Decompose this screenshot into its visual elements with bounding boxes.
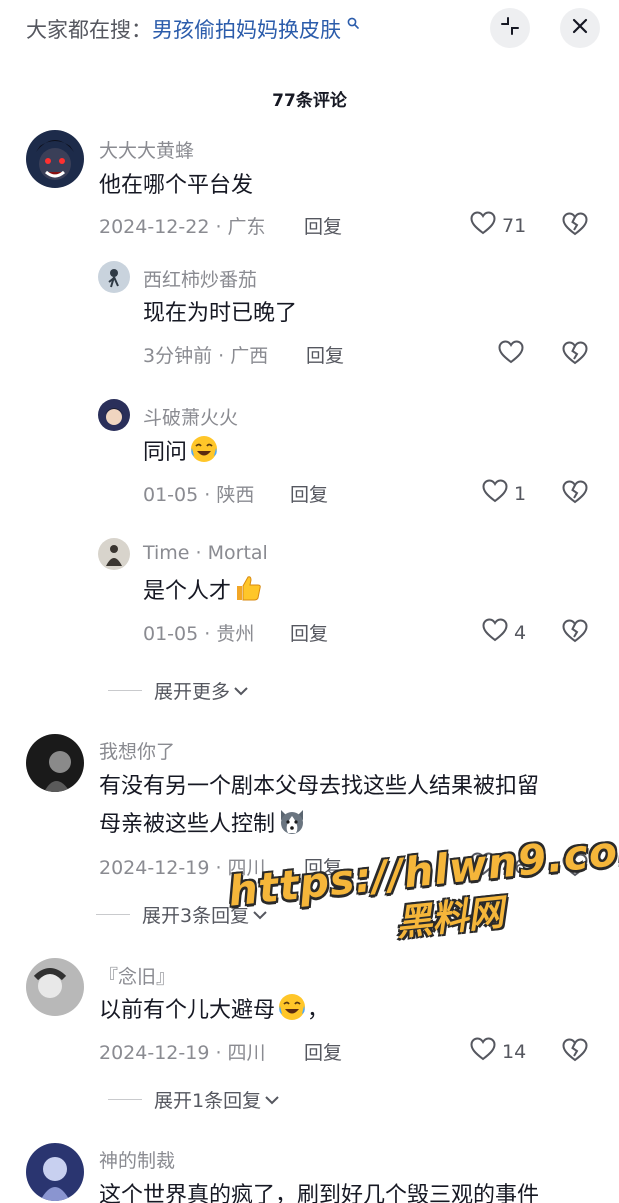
heart-icon xyxy=(482,479,508,508)
comment-text-line2: 母亲被这些人控制 xyxy=(99,806,307,844)
reply-text: 同问 xyxy=(143,434,219,472)
broken-heart-icon xyxy=(562,341,588,369)
avatar[interactable] xyxy=(98,538,130,570)
reply-meta: 01-05 · 陕西 xyxy=(143,484,255,506)
expand-replies-button[interactable]: 展开1条回复 xyxy=(108,1086,280,1113)
like-button[interactable]: 4 xyxy=(482,618,526,647)
like-count: 14 xyxy=(502,1040,527,1063)
search-icon xyxy=(343,17,360,33)
like-button[interactable]: 1 xyxy=(482,479,526,508)
reply-text: 现在为时已晚了 xyxy=(143,301,298,326)
expand-label: 展开1条回复 xyxy=(154,1090,262,1112)
search-suggestion[interactable]: 大家都在搜：男孩偷拍妈妈换皮肤 xyxy=(26,14,360,44)
comment-text-line1: 有没有另一个剧本父母去找这些人结果被扣留 xyxy=(99,774,540,799)
reply-button[interactable]: 回复 xyxy=(306,341,344,368)
comment-text: 这个世界真的疯了，刷到好几个毁三观的事件 xyxy=(99,1183,540,1203)
minimize-button[interactable] xyxy=(490,8,530,48)
dislike-button[interactable] xyxy=(562,212,588,240)
like-count: 71 xyxy=(502,214,527,237)
reply-button[interactable]: 回复 xyxy=(304,212,342,239)
heart-icon xyxy=(482,618,508,647)
chevron-down-icon xyxy=(233,680,249,702)
heart-icon xyxy=(498,340,524,369)
avatar[interactable] xyxy=(26,1143,84,1201)
dislike-button[interactable] xyxy=(562,341,588,369)
comment-text: 以前有个儿大避母 ， xyxy=(99,992,329,1030)
reply-text: 是个人才 xyxy=(143,573,263,611)
collapse-icon xyxy=(500,16,520,40)
avatar[interactable] xyxy=(26,130,84,188)
divider xyxy=(108,690,142,691)
expand-more-button[interactable]: 展开更多 xyxy=(108,677,249,704)
broken-heart-icon xyxy=(562,480,588,508)
comment-username[interactable]: 大大大黄蜂 xyxy=(99,136,194,163)
heart-icon xyxy=(470,1037,496,1066)
like-count: 1 xyxy=(514,482,527,505)
comment-text: 他在哪个平台发 xyxy=(99,173,254,198)
comment-meta: 2024-12-19 · 四川 xyxy=(99,1042,266,1064)
broken-heart-icon xyxy=(562,1038,588,1066)
search-suggestion-term[interactable]: 男孩偷拍妈妈换皮肤 xyxy=(152,18,341,42)
thumbs-up-emoji xyxy=(233,573,263,603)
comment-username[interactable]: 我想你了 xyxy=(99,737,175,764)
comment-username[interactable]: 神的制裁 xyxy=(99,1146,175,1173)
chevron-down-icon xyxy=(264,1089,280,1111)
broken-heart-icon xyxy=(562,619,588,647)
like-count: 4 xyxy=(514,621,527,644)
comment-text-suffix: ， xyxy=(307,998,330,1023)
broken-heart-icon xyxy=(562,212,588,240)
like-button[interactable]: 71 xyxy=(470,211,526,240)
divider xyxy=(96,914,130,915)
laughing-tears-emoji xyxy=(189,434,219,464)
avatar[interactable] xyxy=(98,399,130,431)
avatar[interactable] xyxy=(98,261,130,293)
reply-username[interactable]: 斗破萧火火 xyxy=(143,403,238,430)
search-suggestion-prefix: 大家都在搜： xyxy=(26,18,152,42)
husky-dog-emoji xyxy=(277,806,307,836)
reply-meta: 3分钟前 · 广西 xyxy=(143,345,269,367)
avatar[interactable] xyxy=(26,734,84,792)
comment-meta: 2024-12-22 · 广东 xyxy=(99,216,266,238)
dislike-button[interactable] xyxy=(562,480,588,508)
reply-meta: 01-05 · 贵州 xyxy=(143,623,255,645)
heart-icon xyxy=(470,211,496,240)
comment-text-content: 以前有个儿大避母 xyxy=(99,998,276,1023)
dislike-button[interactable] xyxy=(562,1038,588,1066)
comment-username[interactable]: 『念旧』 xyxy=(99,962,175,989)
close-button[interactable] xyxy=(560,8,600,48)
avatar[interactable] xyxy=(26,958,84,1016)
dislike-button[interactable] xyxy=(562,619,588,647)
reply-username[interactable]: Time · Mortal xyxy=(143,542,268,564)
like-button[interactable] xyxy=(498,340,530,369)
reply-button[interactable]: 回复 xyxy=(290,480,328,507)
like-button[interactable]: 14 xyxy=(470,1037,526,1066)
expand-label: 展开更多 xyxy=(154,681,231,703)
reply-username[interactable]: 西红柿炒番茄 xyxy=(143,265,257,292)
reply-button[interactable]: 回复 xyxy=(304,1038,342,1065)
comment-count-title: 77条评论 xyxy=(272,91,347,111)
divider xyxy=(108,1099,142,1100)
reply-text-content: 是个人才 xyxy=(143,579,232,604)
laughing-tears-emoji xyxy=(277,992,307,1022)
reply-button[interactable]: 回复 xyxy=(290,619,328,646)
close-icon xyxy=(571,17,589,39)
reply-text-content: 同问 xyxy=(143,440,188,465)
comment-text-content: 母亲被这些人控制 xyxy=(99,812,276,837)
